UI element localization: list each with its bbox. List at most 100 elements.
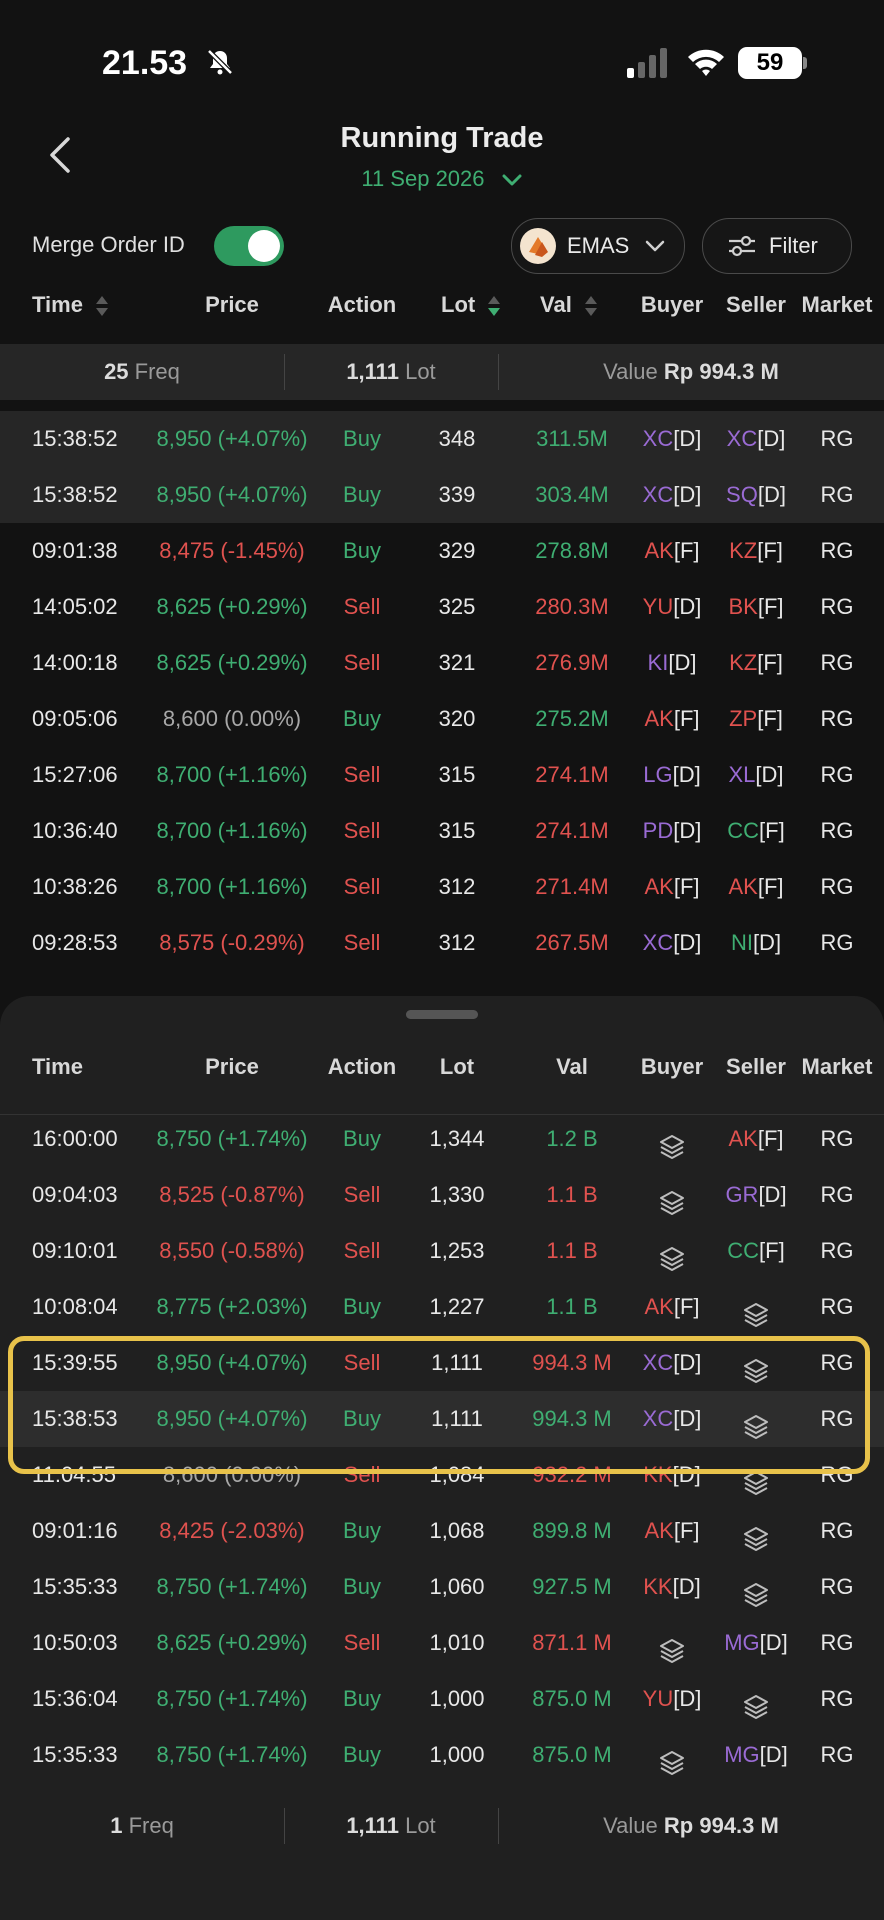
value-summary: Value Rp 994.3 M [603,359,779,384]
trade-row[interactable]: 15:38:52 8,950 (+4.07%) Buy 348 311.5M XC[D] X… [0,411,884,467]
buyer-type: [D] [673,482,702,507]
seller-type: [F] [757,706,783,731]
trade-val: 871.1 M [532,1630,612,1655]
layers-icon[interactable] [742,1686,770,1720]
trade-row[interactable]: 14:00:18 8,625 (+0.29%) Sell 321 276.9M KI[D]… [0,635,884,691]
col-time-header[interactable]: Time [32,292,109,318]
trade-row[interactable]: 09:05:06 8,600 (0.00%) Buy 320 275.2M AK[F] ZP… [0,691,884,747]
trade-row[interactable]: 09:01:38 8,475 (-1.45%) Buy 329 278.8M AK[F] K… [0,523,884,579]
trade-buyer[interactable]: AK[F] [644,1279,699,1335]
trade-row[interactable]: 09:04:03 8,525 (-0.87%) Sell 1,330 1.1 B GR[D… [0,1167,884,1223]
trade-seller[interactable]: KZ[F] [729,523,783,579]
trade-time: 10:36:40 [32,818,118,843]
trade-seller[interactable]: CC[F] [727,803,784,859]
trade-seller[interactable]: GR[D] [725,1167,786,1223]
trade-seller[interactable]: KZ[F] [729,635,783,691]
stock-selector-button[interactable]: EMAS [511,218,685,274]
layers-icon[interactable] [742,1574,770,1608]
trade-seller[interactable]: XL[D] [728,747,783,803]
trade-seller[interactable] [742,1279,770,1335]
trade-buyer[interactable] [658,1167,686,1223]
trade-buyer[interactable] [658,1223,686,1279]
trade-buyer[interactable] [658,1615,686,1671]
col-lot-header[interactable]: Lot [441,292,501,318]
trade-seller[interactable]: NI[D] [731,915,781,971]
trade-buyer[interactable] [658,1111,686,1167]
sheet-col-val-header: Val [556,1054,588,1079]
trade-seller[interactable]: AK[F] [728,1111,783,1167]
sheet-drag-handle[interactable] [406,1010,478,1019]
seller-code: GR [725,1182,759,1207]
trade-price: 8,700 (+1.16%) [156,874,308,899]
trade-seller[interactable]: AK[F] [728,859,783,915]
trade-row[interactable]: 10:38:26 8,700 (+1.16%) Sell 312 271.4M AK[F]… [0,859,884,915]
trade-price: 8,750 (+1.74%) [156,1686,308,1711]
trade-seller[interactable] [742,1503,770,1559]
trade-market: RG [820,1574,854,1599]
trade-val: 875.0 M [532,1742,612,1767]
trade-row[interactable]: 10:36:40 8,700 (+1.16%) Sell 315 274.1M PD[D]… [0,803,884,859]
trade-price: 8,525 (-0.87%) [159,1182,305,1207]
layers-icon[interactable] [658,1126,686,1160]
trade-row[interactable]: 10:08:04 8,775 (+2.03%) Buy 1,227 1.1 B AK[F]… [0,1279,884,1335]
trade-buyer[interactable]: XC[D] [643,915,702,971]
trade-buyer[interactable]: AK[F] [644,523,699,579]
seller-code: KZ [729,538,758,563]
trade-buyer[interactable]: XC[D] [643,411,702,467]
trade-buyer[interactable]: KI[D] [648,635,697,691]
trade-time: 16:00:00 [32,1126,118,1151]
trade-buyer[interactable]: AK[F] [644,859,699,915]
trade-row[interactable]: 09:01:16 8,425 (-2.03%) Buy 1,068 899.8 M AK[… [0,1503,884,1559]
trade-seller[interactable]: MG[D] [724,1727,788,1783]
trade-val: 280.3M [535,594,609,619]
trade-seller[interactable]: MG[D] [724,1615,788,1671]
trade-buyer[interactable]: YU[D] [643,1671,702,1727]
trade-val: 276.9M [535,650,609,675]
trade-seller[interactable]: CC[F] [727,1223,784,1279]
layers-icon[interactable] [658,1742,686,1776]
trade-row[interactable]: 15:35:33 8,750 (+1.74%) Buy 1,060 927.5 M KK[… [0,1559,884,1615]
merge-order-toggle[interactable] [214,226,284,266]
trade-lot: 320 [438,706,476,731]
trade-action: Sell [343,1238,381,1263]
trade-buyer[interactable]: AK[F] [644,691,699,747]
col-val-header[interactable]: Val [540,292,598,318]
trade-seller[interactable]: SQ[D] [726,467,786,523]
trade-seller[interactable]: BK[F] [728,579,783,635]
trade-time: 10:08:04 [32,1294,118,1319]
sheet-lot-summary: 1,111 Lot [346,1813,436,1838]
trade-buyer[interactable]: YU[D] [643,579,702,635]
seller-type: [D] [757,426,786,451]
trade-row[interactable]: 14:05:02 8,625 (+0.29%) Sell 325 280.3M YU[D]… [0,579,884,635]
trade-buyer[interactable] [658,1727,686,1783]
seller-code: SQ [726,482,758,507]
trade-row[interactable]: 15:36:04 8,750 (+1.74%) Buy 1,000 875.0 M YU[… [0,1671,884,1727]
trade-row[interactable]: 15:38:52 8,950 (+4.07%) Buy 339 303.4M XC[D] S… [0,467,884,523]
trade-row[interactable]: 09:10:01 8,550 (-0.58%) Sell 1,253 1.1 B CC[F… [0,1223,884,1279]
trade-row[interactable]: 15:27:06 8,700 (+1.16%) Sell 315 274.1M LG[D]… [0,747,884,803]
trade-buyer[interactable]: PD[D] [643,803,702,859]
trade-val: 274.1M [535,762,609,787]
date-selector[interactable]: 11 Sep 2026 [0,166,884,192]
trade-seller[interactable]: XC[D] [727,411,786,467]
filter-button[interactable]: Filter [702,218,852,274]
trade-row[interactable]: 10:50:03 8,625 (+0.29%) Sell 1,010 871.1 M MG… [0,1615,884,1671]
trade-row[interactable]: 09:28:53 8,575 (-0.29%) Sell 312 267.5M XC[D]… [0,915,884,971]
trade-row[interactable]: 15:35:33 8,750 (+1.74%) Buy 1,000 875.0 M MG[… [0,1727,884,1783]
trade-action: Buy [343,1294,381,1319]
layers-icon[interactable] [658,1182,686,1216]
layers-icon[interactable] [658,1238,686,1272]
trade-buyer[interactable]: KK[D] [643,1559,700,1615]
trade-buyer[interactable]: XC[D] [643,467,702,523]
trade-seller[interactable] [742,1559,770,1615]
layers-icon[interactable] [742,1294,770,1328]
trade-row[interactable]: 16:00:00 8,750 (+1.74%) Buy 1,344 1.2 B AK[F]… [0,1111,884,1167]
trade-time: 10:50:03 [32,1630,118,1655]
layers-icon[interactable] [658,1630,686,1664]
trade-buyer[interactable]: AK[F] [644,1503,699,1559]
layers-icon[interactable] [742,1518,770,1552]
trade-seller[interactable]: ZP[F] [729,691,783,747]
trade-buyer[interactable]: LG[D] [643,747,700,803]
trade-seller[interactable] [742,1671,770,1727]
buyer-code: AK [644,1294,674,1319]
